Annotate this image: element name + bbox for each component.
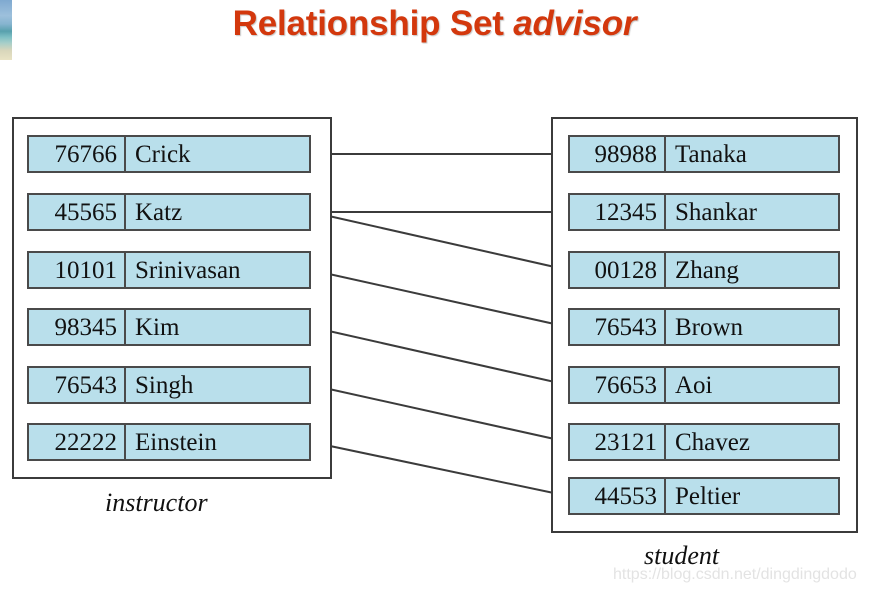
student-id-cell: 44553 <box>568 477 665 515</box>
instructor-row[interactable]: 22222 Einstein <box>27 423 311 461</box>
student-id-cell: 76543 <box>568 308 665 346</box>
instructor-name-cell: Singh <box>125 366 311 404</box>
instructor-id-cell: 10101 <box>27 251 125 289</box>
link-einstein-peltier <box>310 441 569 497</box>
student-row[interactable]: 98988 Tanaka <box>568 135 840 173</box>
instructor-row[interactable]: 45565 Katz <box>27 193 311 231</box>
student-id-cell: 00128 <box>568 251 665 289</box>
instructor-id-cell: 98345 <box>27 308 125 346</box>
instructor-id-cell: 45565 <box>27 193 125 231</box>
student-name-cell: Brown <box>665 308 840 346</box>
instructor-id-cell: 76543 <box>27 366 125 404</box>
instructor-name-cell: Crick <box>125 135 311 173</box>
student-id-cell: 76653 <box>568 366 665 404</box>
instructor-id-cell: 76766 <box>27 135 125 173</box>
student-row[interactable]: 00128 Zhang <box>568 251 840 289</box>
instructor-caption: instructor <box>105 488 208 517</box>
student-row[interactable]: 76543 Brown <box>568 308 840 346</box>
instructor-name-cell: Kim <box>125 308 311 346</box>
instructor-row[interactable]: 10101 Srinivasan <box>27 251 311 289</box>
instructor-name-cell: Srinivasan <box>125 251 311 289</box>
instructor-id-cell: 22222 <box>27 423 125 461</box>
student-row[interactable]: 76653 Aoi <box>568 366 840 404</box>
student-row[interactable]: 12345 Shankar <box>568 193 840 231</box>
student-name-cell: Chavez <box>665 423 840 461</box>
slide-canvas: Relationship Set advisor 76766 Crick 455… <box>0 0 869 590</box>
slide-title: Relationship Set advisor <box>0 4 869 44</box>
link-katz-zhang <box>310 211 569 271</box>
student-name-cell: Zhang <box>665 251 840 289</box>
student-name-cell: Shankar <box>665 193 840 231</box>
instructor-name-cell: Katz <box>125 193 311 231</box>
instructor-row[interactable]: 98345 Kim <box>27 308 311 346</box>
watermark: https://blog.csdn.net/dingdingdodo <box>613 566 857 583</box>
student-id-cell: 23121 <box>568 423 665 461</box>
instructor-row[interactable]: 76766 Crick <box>27 135 311 173</box>
student-id-cell: 98988 <box>568 135 665 173</box>
student-row[interactable]: 44553 Peltier <box>568 477 840 515</box>
slide-title-prefix: Relationship Set <box>232 4 514 43</box>
student-name-cell: Tanaka <box>665 135 840 173</box>
instructor-row[interactable]: 76543 Singh <box>27 366 311 404</box>
link-srinivasan-brown <box>310 269 569 328</box>
student-name-cell: Aoi <box>665 366 840 404</box>
instructor-name-cell: Einstein <box>125 423 311 461</box>
slide-title-emphasis: advisor <box>513 4 637 43</box>
student-row[interactable]: 23121 Chavez <box>568 423 840 461</box>
student-id-cell: 12345 <box>568 193 665 231</box>
link-singh-chavez <box>310 384 569 443</box>
student-name-cell: Peltier <box>665 477 840 515</box>
link-kim-aoi <box>310 326 569 386</box>
